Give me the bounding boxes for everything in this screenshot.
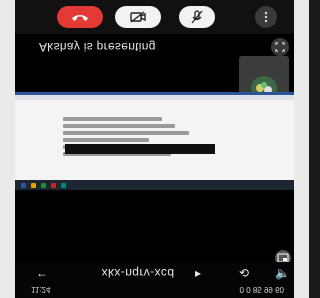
document-highlighted-line bbox=[65, 144, 215, 154]
phone-screen: Akshay is presenting ← xkx-nqrv-xcd ▸ ⟲ … bbox=[15, 0, 294, 298]
document-title-bar bbox=[15, 92, 294, 95]
fullscreen-icon bbox=[275, 42, 285, 52]
fullscreen-button[interactable] bbox=[271, 38, 289, 56]
right-border bbox=[294, 0, 309, 298]
document-text-line bbox=[63, 124, 175, 128]
rotate-icon[interactable]: ⟲ bbox=[237, 266, 251, 280]
mic-toggle-button[interactable] bbox=[179, 6, 215, 28]
document-text-line bbox=[63, 117, 162, 121]
taskbar-app-icon bbox=[61, 183, 66, 188]
speaker-icon[interactable]: 🔈 bbox=[275, 266, 290, 280]
more-vertical-icon bbox=[264, 11, 268, 23]
end-call-button[interactable] bbox=[57, 6, 103, 28]
presenting-label: Akshay is presenting bbox=[39, 40, 156, 54]
taskbar-app-icon bbox=[21, 183, 26, 188]
status-time: 11:24 bbox=[31, 285, 51, 294]
status-bar: 11:24 0 0 85 99 60 bbox=[15, 284, 294, 298]
document-text-line bbox=[63, 138, 150, 142]
chevron-right-icon[interactable]: ▸ bbox=[191, 266, 205, 280]
more-options-button[interactable] bbox=[255, 6, 277, 28]
document-text-line bbox=[63, 131, 189, 135]
shared-screen bbox=[15, 92, 294, 190]
shared-taskbar bbox=[15, 180, 294, 190]
taskbar-app-icon bbox=[31, 183, 36, 188]
meeting-code: xkx-nqrv-xcd bbox=[101, 266, 175, 280]
back-button[interactable]: ← bbox=[35, 266, 49, 280]
taskbar-app-icon bbox=[51, 183, 56, 188]
phone-hangup-icon bbox=[72, 15, 88, 21]
left-border bbox=[0, 0, 15, 298]
taskbar-app-icon bbox=[41, 183, 46, 188]
camera-toggle-button[interactable] bbox=[115, 6, 161, 28]
call-controls-bar bbox=[15, 0, 294, 34]
status-indicators: 0 0 85 99 60 bbox=[239, 285, 284, 294]
camera-off-icon bbox=[130, 11, 146, 23]
mic-off-icon bbox=[191, 10, 203, 24]
